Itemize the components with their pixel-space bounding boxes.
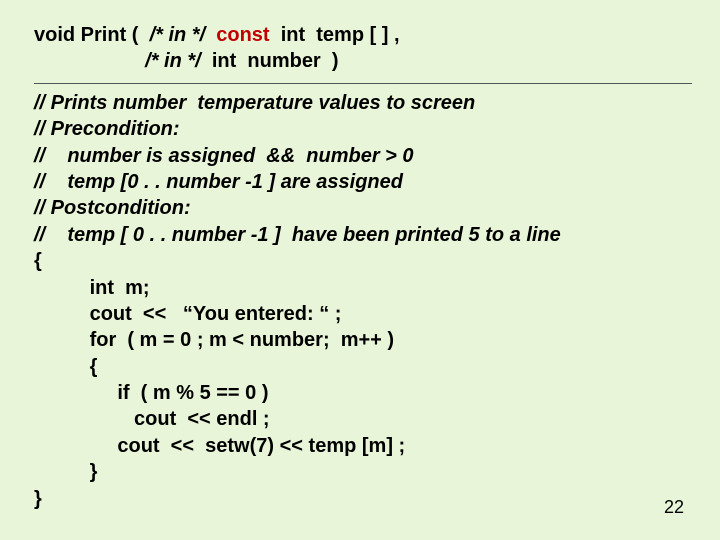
body-line-8: cout << setw(7) << temp [m] ; <box>34 433 692 459</box>
sig-p6: /* in */ <box>145 50 201 72</box>
body-line-9: } <box>34 459 692 485</box>
sig-line-1: void Print ( /* in */ const int temp [ ]… <box>34 22 692 48</box>
body-line-6: if ( m % 5 == 0 ) <box>34 380 692 406</box>
comment-line-4: // temp [0 . . number -1 ] are assigned <box>34 169 692 195</box>
comment-line-5: // Postcondition: <box>34 195 692 221</box>
sig-line-2: /* in */ int number ) <box>34 48 692 74</box>
sig-p7: int number ) <box>201 50 339 72</box>
slide: void Print ( /* in */ const int temp [ ]… <box>0 0 720 540</box>
body-line-3: cout << “You entered: “ ; <box>34 301 692 327</box>
sig-p2: /* in */ <box>150 24 206 46</box>
body-line-2: int m; <box>34 275 692 301</box>
comment-line-3: // number is assigned && number > 0 <box>34 143 692 169</box>
sig-p3: const <box>205 24 269 46</box>
comment-line-1: // Prints number temperature values to s… <box>34 90 692 116</box>
body-line-1: { <box>34 248 692 274</box>
body-line-4: for ( m = 0 ; m < number; m++ ) <box>34 327 692 353</box>
sig-p5 <box>34 50 145 72</box>
comment-line-6: // temp [ 0 . . number -1 ] have been pr… <box>34 222 692 248</box>
comment-line-2: // Precondition: <box>34 116 692 142</box>
sig-p4: int temp [ ] , <box>270 24 400 46</box>
body-line-7: cout << endl ; <box>34 406 692 432</box>
body-line-5: { <box>34 354 692 380</box>
body-line-10: } <box>34 486 692 512</box>
page-number: 22 <box>664 497 684 518</box>
sig-p1: void Print ( <box>34 24 150 46</box>
separator <box>34 83 692 84</box>
